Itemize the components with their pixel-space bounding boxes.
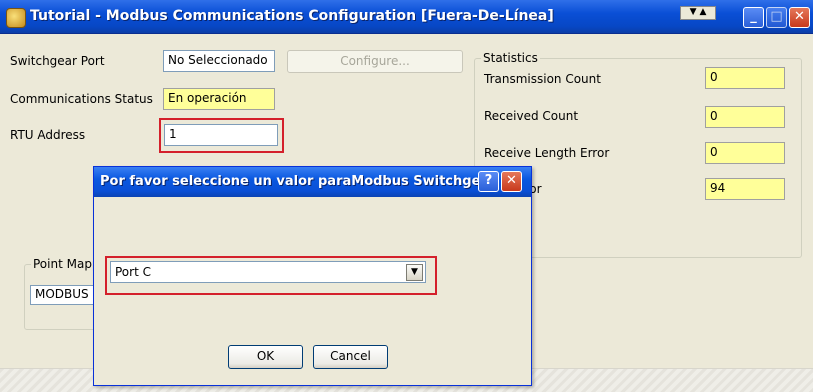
select-value-dialog: Por favor seleccione un valor paraModbus…: [93, 166, 532, 386]
help-button[interactable]: ?: [478, 171, 499, 192]
transmission-count-value: 0: [705, 67, 785, 89]
communications-status-label: Communications Status: [10, 92, 153, 106]
app-icon: [6, 8, 26, 28]
dialog-close-button[interactable]: ✕: [501, 171, 522, 192]
rtu-address-input[interactable]: 1: [164, 124, 278, 146]
chevron-down-icon: ▼: [689, 7, 697, 17]
communications-status-field: En operación: [163, 88, 275, 110]
receive-length-error-value: 0: [705, 142, 785, 164]
minimize-button[interactable]: _: [743, 7, 764, 28]
ok-button[interactable]: OK: [228, 345, 303, 369]
window-title: Tutorial - Modbus Communications Configu…: [30, 8, 554, 24]
configure-button[interactable]: Configure...: [287, 50, 463, 73]
rtu-address-label: RTU Address: [10, 128, 86, 142]
main-titlebar[interactable]: Tutorial - Modbus Communications Configu…: [0, 0, 813, 34]
close-icon: ✕: [794, 9, 805, 24]
transmission-count-label: Transmission Count: [484, 72, 601, 86]
title-dropdown-down-button[interactable]: ▼ ▲: [680, 6, 716, 20]
crc-error-value: 94: [705, 178, 785, 200]
point-mapping-legend: Point Mapp: [31, 257, 102, 271]
maximize-button[interactable]: □: [766, 7, 787, 28]
switchgear-port-label: Switchgear Port: [10, 54, 105, 68]
close-button[interactable]: ✕: [789, 7, 810, 28]
chevron-up-icon: ▲: [699, 7, 707, 17]
port-select[interactable]: Port C ▼: [110, 261, 426, 283]
received-count-value: 0: [705, 106, 785, 128]
switchgear-port-field[interactable]: No Seleccionado: [163, 50, 275, 72]
statistics-legend: Statistics: [481, 51, 540, 65]
close-icon: ✕: [506, 173, 517, 188]
maximize-icon: □: [770, 9, 783, 24]
chevron-down-icon[interactable]: ▼: [406, 264, 423, 281]
dialog-titlebar[interactable]: Por favor seleccione un valor paraModbus…: [94, 167, 531, 197]
received-count-label: Received Count: [484, 109, 579, 123]
port-select-value: Port C: [115, 265, 151, 279]
receive-length-error-label: Receive Length Error: [484, 146, 610, 160]
help-icon: ?: [484, 173, 493, 188]
dialog-title: Por favor seleccione un valor paraModbus…: [100, 174, 496, 189]
cancel-button[interactable]: Cancel: [313, 345, 388, 369]
minimize-icon: _: [750, 9, 757, 24]
